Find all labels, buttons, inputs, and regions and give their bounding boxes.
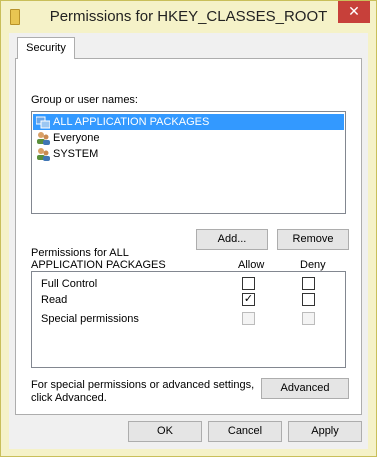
window-title: Permissions for HKEY_CLASSES_ROOT [49,8,328,25]
apply-button[interactable]: Apply [288,421,362,442]
users-icon [37,132,50,145]
add-button[interactable]: Add... [196,229,268,250]
permissions-dialog: Permissions for HKEY_CLASSES_ROOT ✕ Secu… [0,0,377,457]
special-deny-checkbox [302,312,315,325]
allow-column-header: Allow [238,259,265,271]
list-item[interactable]: Everyone [33,130,344,146]
list-item[interactable]: ALL APPLICATION PACKAGES [33,114,344,130]
tab-security[interactable]: Security [17,37,75,59]
read-deny-checkbox[interactable] [302,293,315,306]
permissions-title-line2: APPLICATION PACKAGES [31,259,166,271]
permission-name: Full Control [41,278,98,290]
principal-name: ALL APPLICATION PACKAGES [53,116,210,128]
full-control-deny-checkbox[interactable] [302,277,315,290]
security-tab-panel: Group or user names: ALL APPLICATION PAC… [15,58,362,415]
users-icon [37,148,50,161]
remove-button[interactable]: Remove [277,229,349,250]
permissions-title-line1: Permissions for ALL [31,247,129,259]
principal-name: SYSTEM [53,148,99,160]
title-bar[interactable]: Permissions for HKEY_CLASSES_ROOT ✕ [1,1,376,33]
group-label: Group or user names: [31,94,138,106]
principal-name: Everyone [53,132,100,144]
advanced-note-line2: click Advanced. [31,392,107,404]
app-packages-icon [36,116,50,129]
read-allow-checkbox[interactable]: ✓ [242,293,255,306]
full-control-allow-checkbox[interactable] [242,277,255,290]
permission-name: Read [41,294,68,306]
list-item[interactable]: SYSTEM [33,146,344,162]
deny-column-header: Deny [300,259,326,271]
principals-list[interactable]: ALL APPLICATION PACKAGES Everyone SYSTEM [31,111,346,214]
cancel-button[interactable]: Cancel [208,421,282,442]
permissions-list: Full Control Read ✓ Special permissions [31,271,346,368]
special-allow-checkbox [242,312,255,325]
advanced-button[interactable]: Advanced [261,378,349,399]
dialog-client-area: Security Group or user names: ALL APPLIC… [9,33,368,449]
advanced-note-line1: For special permissions or advanced sett… [31,379,255,391]
permission-name: Special permissions [41,313,139,325]
ok-button[interactable]: OK [128,421,202,442]
close-button[interactable]: ✕ [338,1,370,23]
